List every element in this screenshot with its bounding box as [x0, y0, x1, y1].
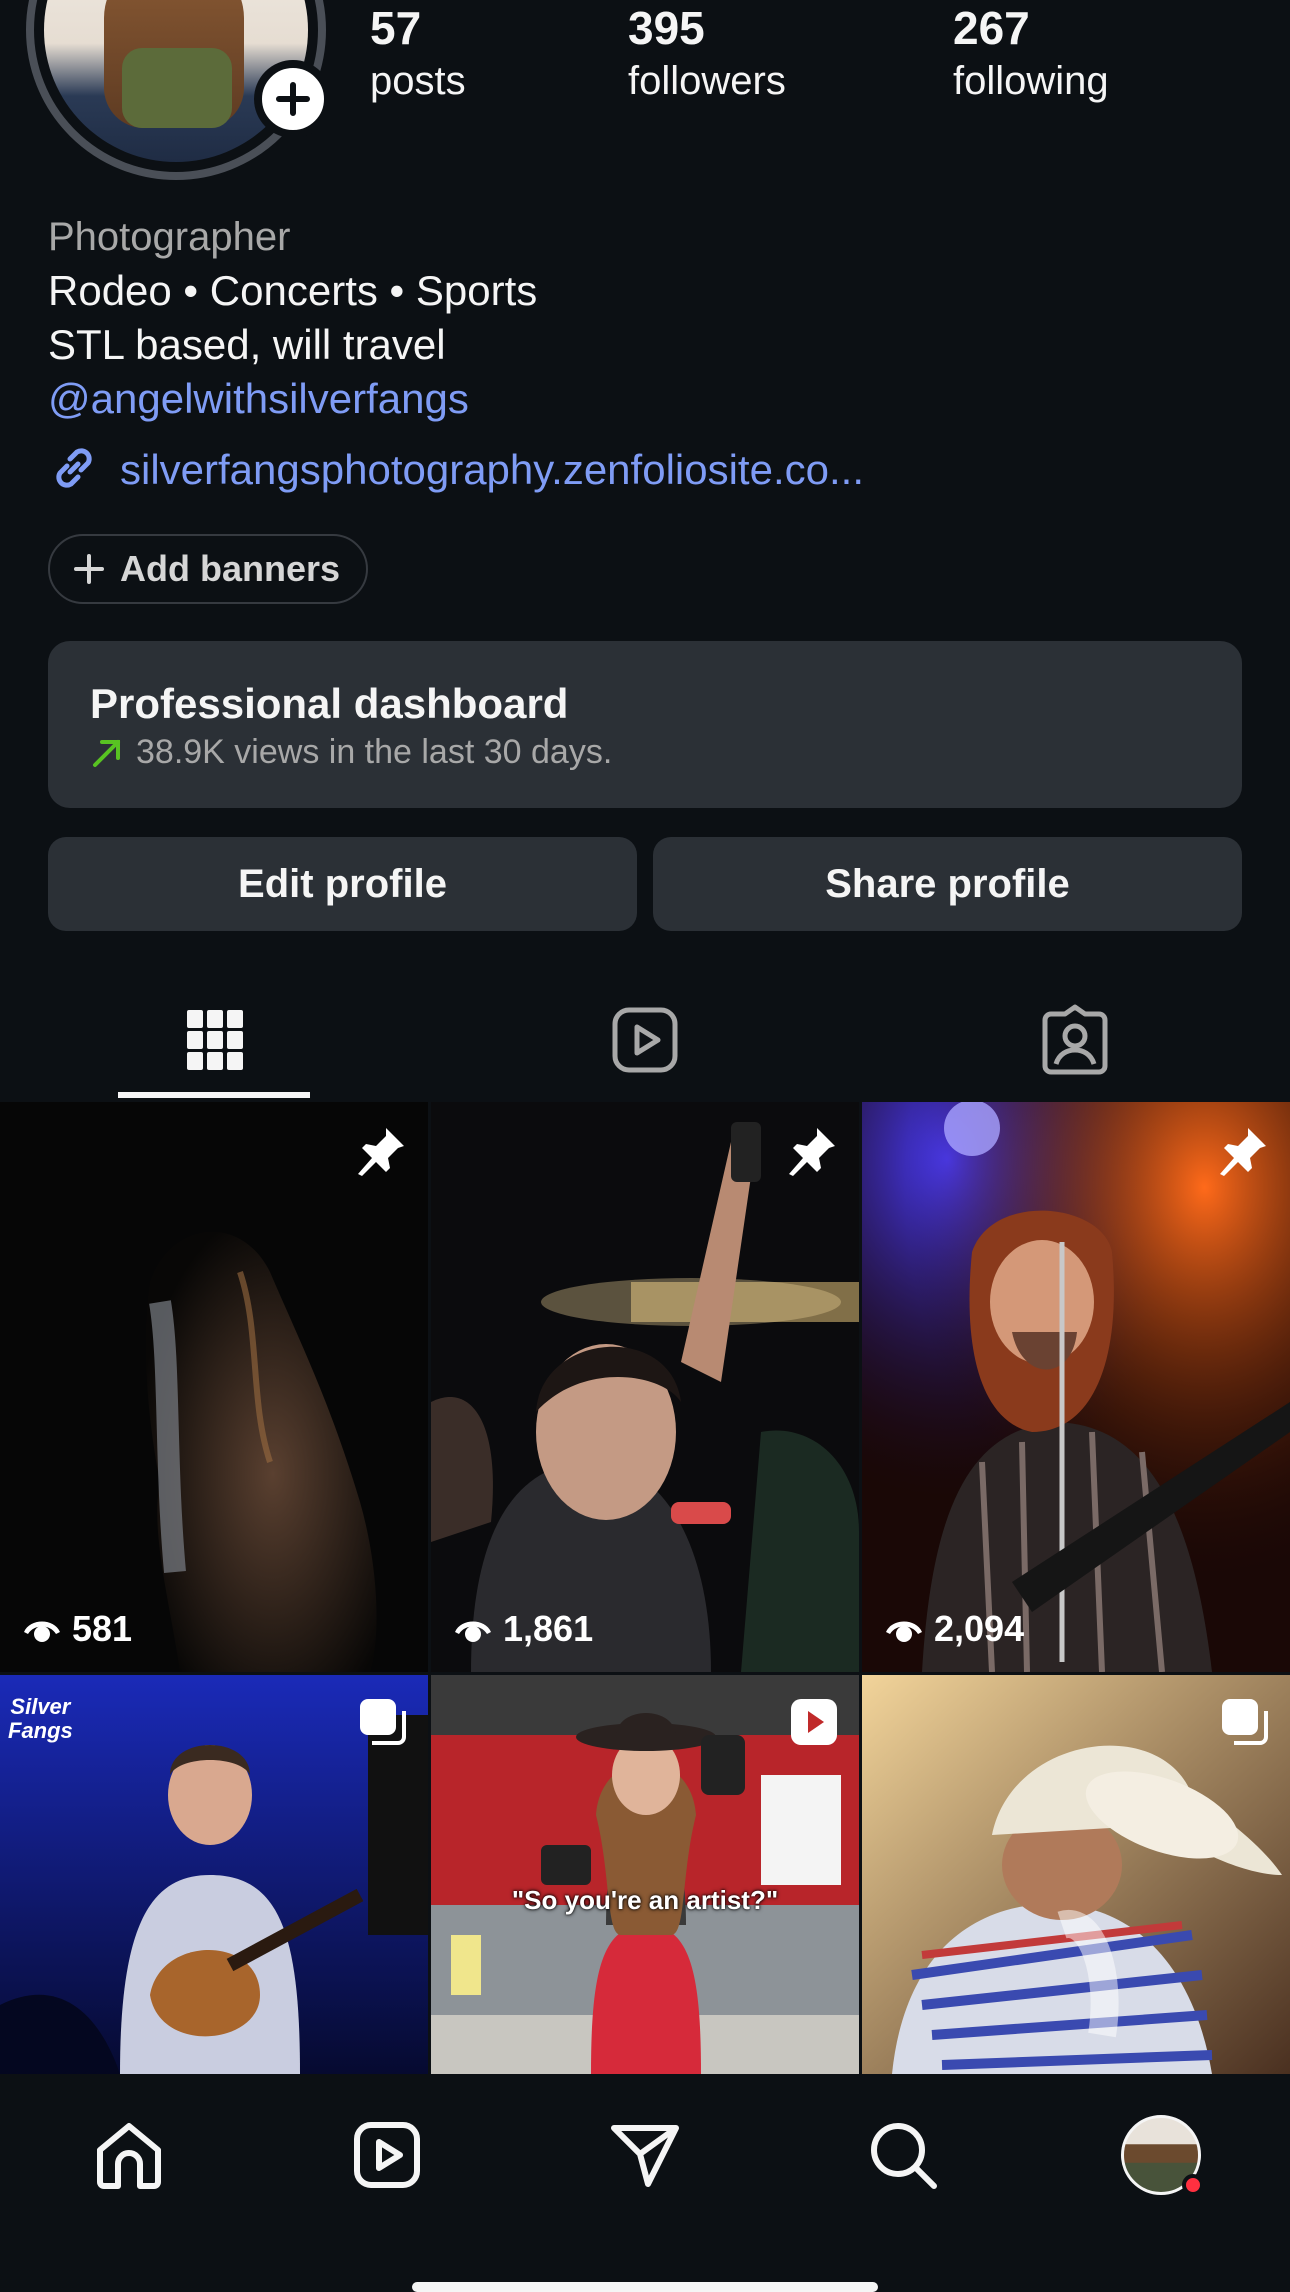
pinned-icon	[352, 1124, 408, 1185]
bio-link[interactable]: silverfangsphotography.zenfoliosite.co..…	[48, 440, 1248, 500]
search-icon	[871, 2123, 937, 2189]
home-icon	[97, 2123, 161, 2189]
bio-mention[interactable]: @angelwithsilverfangs	[48, 372, 1248, 426]
nav-messages[interactable]	[600, 2110, 690, 2200]
nav-reels[interactable]	[342, 2110, 432, 2200]
grid-post-4[interactable]: Silver Fangs	[0, 1675, 428, 2074]
bottom-nav	[0, 2074, 1290, 2292]
view-count: 2,094	[884, 1608, 1024, 1650]
followers-count: 395	[628, 2, 705, 54]
following-label: following	[953, 59, 1109, 103]
carousel-icon	[1220, 1697, 1270, 1752]
tab-grid[interactable]	[0, 980, 430, 1100]
eye-icon	[455, 1621, 491, 1642]
bio-line-2: STL based, will travel	[48, 321, 446, 368]
profile-avatar[interactable]	[26, 0, 332, 192]
profile-bio: Photographer Rodeo • Concerts • Sports S…	[48, 210, 1248, 500]
pinned-icon	[1214, 1124, 1270, 1185]
grid-icon	[187, 1010, 243, 1070]
nav-home[interactable]	[84, 2110, 174, 2200]
nav-search[interactable]	[858, 2110, 948, 2200]
edit-profile-button[interactable]: Edit profile	[48, 837, 637, 931]
view-count-text: 1,861	[503, 1608, 594, 1649]
share-profile-button[interactable]: Share profile	[653, 837, 1242, 931]
tab-tagged[interactable]	[860, 980, 1290, 1100]
pinned-icon	[783, 1124, 839, 1185]
post-image-horse	[0, 1102, 428, 1672]
stat-following[interactable]: 267 following	[953, 0, 1109, 106]
reel-caption: "So you're an artist?"	[511, 1885, 779, 1915]
eye-icon	[886, 1621, 922, 1642]
post-image-crowd	[431, 1102, 859, 1672]
trend-up-icon	[93, 739, 120, 767]
profile-category: Photographer	[48, 215, 291, 259]
add-story-icon[interactable]	[254, 60, 332, 138]
watermark-logo: Silver Fangs	[8, 1694, 73, 1743]
view-count: 1,861	[453, 1608, 593, 1650]
grid-post-1[interactable]: 581	[0, 1102, 428, 1672]
eye-icon	[24, 1621, 60, 1642]
carousel-icon	[358, 1697, 408, 1752]
link-icon	[48, 442, 100, 499]
grid-post-6[interactable]	[862, 1675, 1290, 2074]
messages-icon	[611, 2125, 679, 2187]
bio-link-text: silverfangsphotography.zenfoliosite.co..…	[120, 446, 864, 493]
nav-profile[interactable]	[1116, 2110, 1206, 2200]
dashboard-subtitle: 38.9K views in the last 30 days.	[136, 733, 613, 771]
notification-dot	[1182, 2174, 1204, 2196]
posts-label: posts	[370, 59, 466, 103]
view-count: 581	[22, 1608, 132, 1650]
reel-icon	[789, 1697, 839, 1752]
reels-play-icon	[612, 1007, 678, 1073]
bio-line-1: Rodeo • Concerts • Sports	[48, 267, 538, 314]
tab-reels[interactable]	[430, 980, 860, 1100]
tagged-person-icon	[1042, 1004, 1108, 1075]
stat-followers[interactable]: 395 followers	[628, 0, 786, 106]
grid-post-3[interactable]: 2,094	[862, 1102, 1290, 1672]
post-image-singer	[862, 1102, 1290, 1672]
stat-posts[interactable]: 57 posts	[370, 0, 466, 106]
grid-post-5[interactable]: "So you're an artist?"	[431, 1675, 859, 2074]
following-count: 267	[953, 2, 1030, 54]
view-count-text: 581	[72, 1608, 133, 1649]
followers-label: followers	[628, 59, 786, 103]
professional-dashboard-card[interactable]: Professional dashboard 38.9K views in th…	[48, 641, 1242, 808]
profile-actions: Edit profile Share profile	[48, 837, 1242, 931]
add-banners-button[interactable]: Add banners	[48, 534, 369, 604]
profile-tabs	[0, 980, 1290, 1100]
posts-count: 57	[370, 2, 422, 54]
home-indicator[interactable]	[412, 2282, 878, 2292]
posts-grid: 581 1,861 2,094 Silver Fangs "So you're …	[0, 1102, 1290, 2074]
profile-avatar-small	[1121, 2115, 1204, 2196]
view-count-text: 2,094	[934, 1608, 1025, 1649]
grid-post-2[interactable]: 1,861	[431, 1102, 859, 1672]
add-banners-label: Add banners	[120, 548, 341, 589]
reels-icon	[354, 2122, 420, 2188]
profile-stats: 57 posts 395 followers 267 following	[370, 0, 1290, 110]
plus-icon	[74, 554, 104, 584]
active-tab-indicator	[118, 1092, 310, 1098]
dashboard-title: Professional dashboard	[90, 680, 569, 727]
